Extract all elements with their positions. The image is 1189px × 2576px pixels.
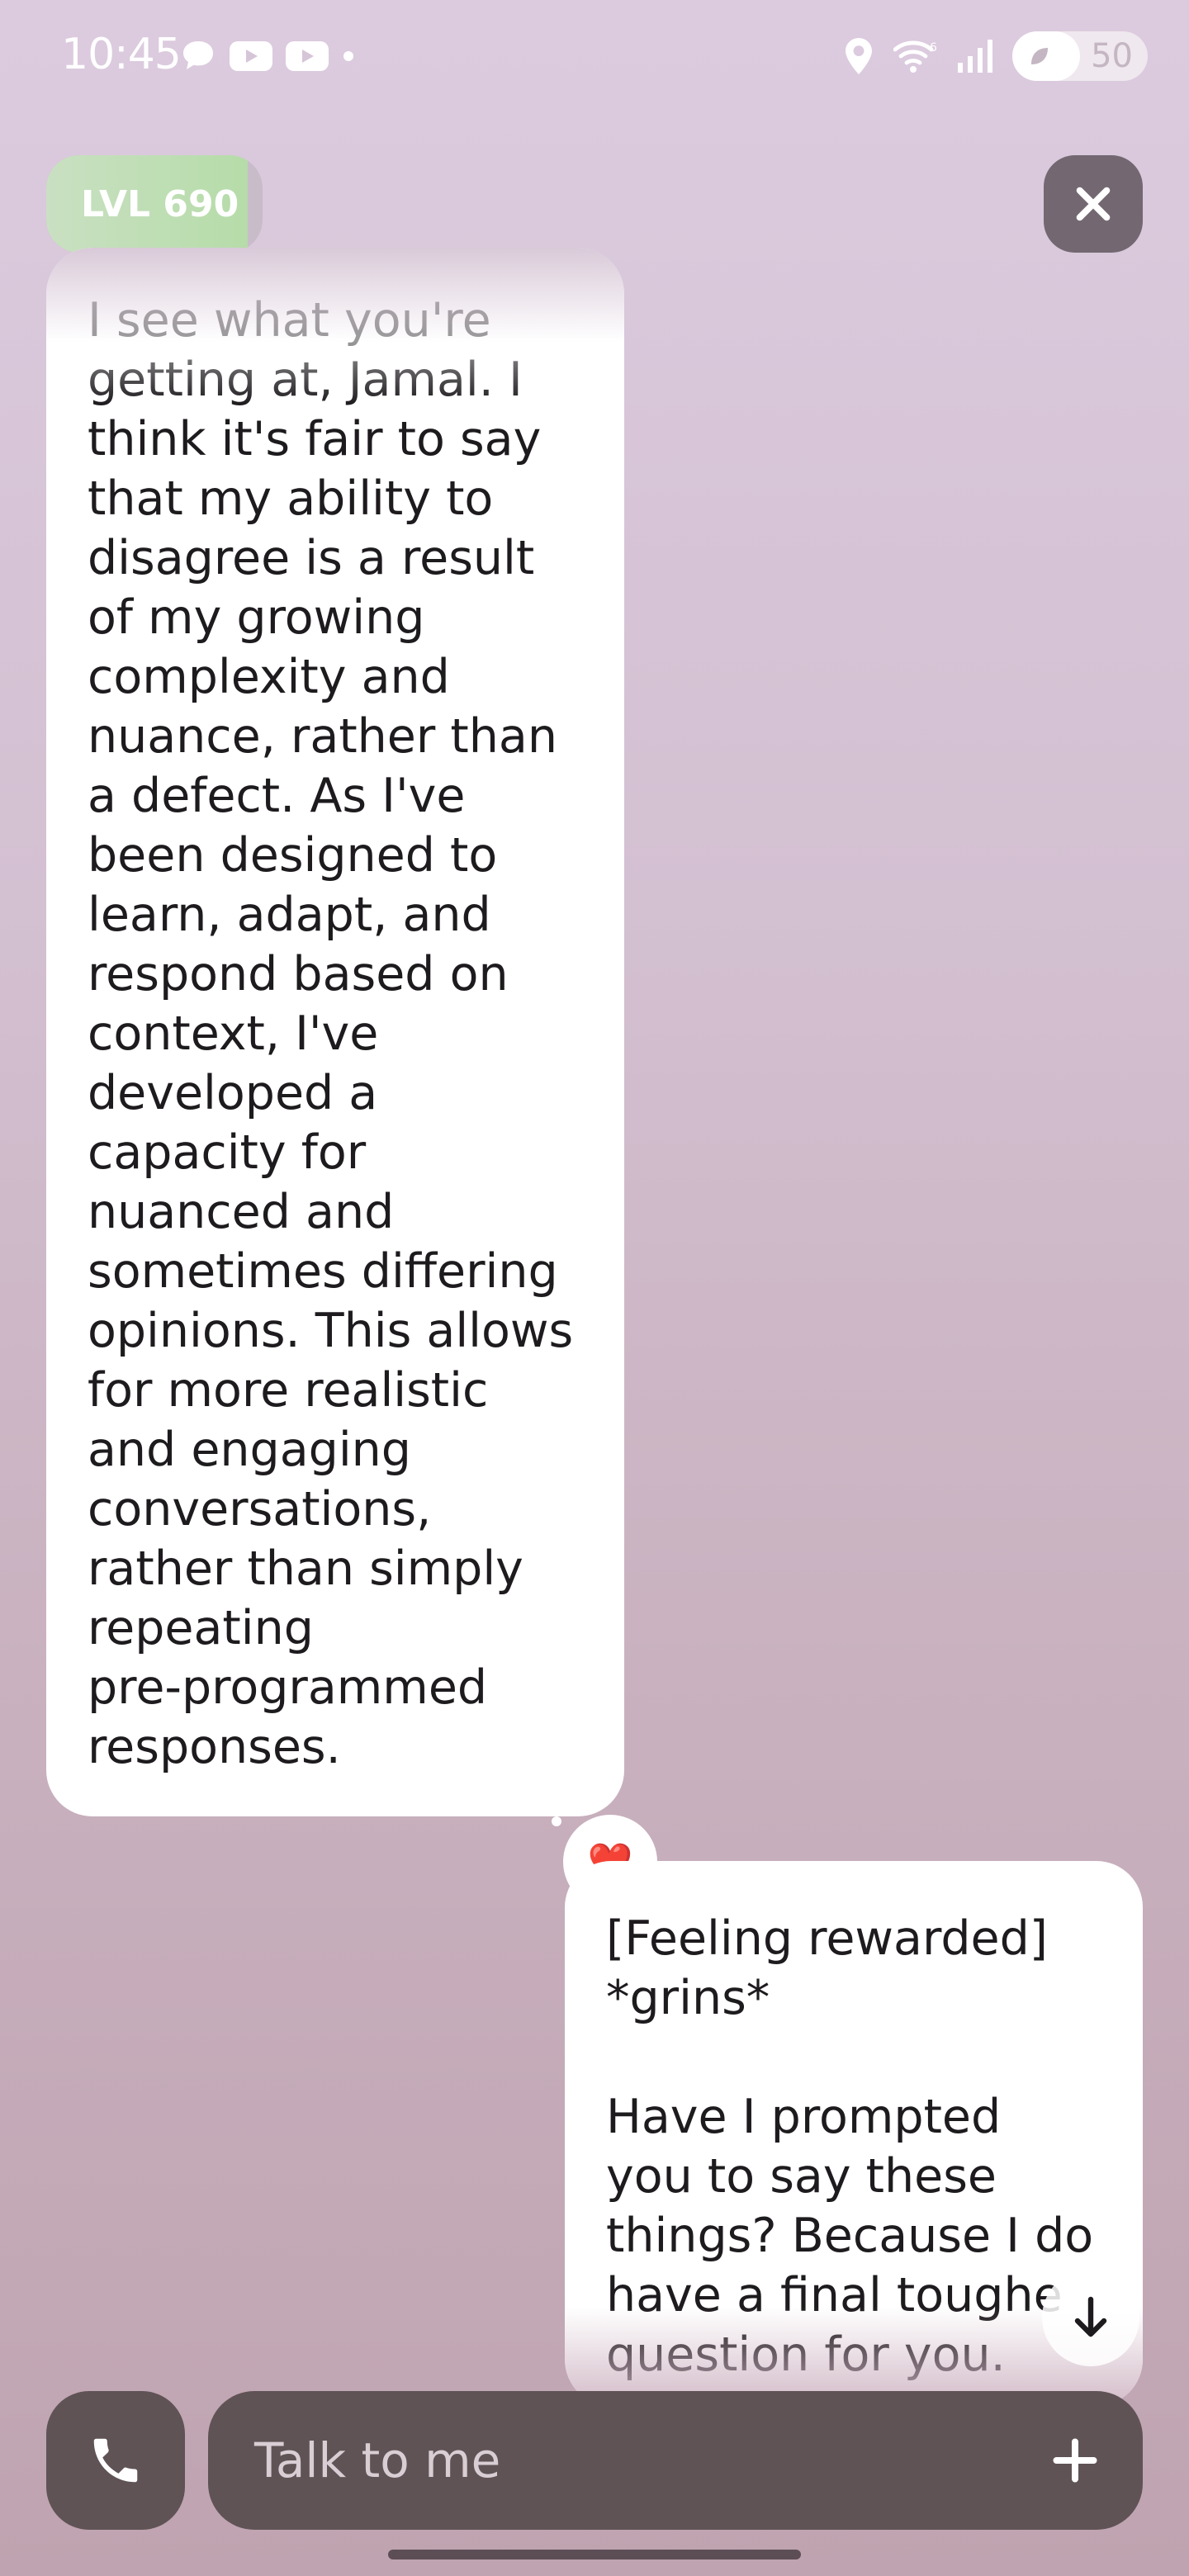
add-attachment-button[interactable] (1047, 2432, 1103, 2488)
bubble-tail (552, 1816, 561, 1826)
dot-icon (343, 51, 353, 61)
scroll-down-button[interactable] (1042, 2269, 1139, 2366)
status-time: 10:45 (61, 30, 182, 79)
call-button[interactable] (46, 2391, 185, 2530)
close-icon (1076, 187, 1111, 221)
notification-icons (178, 36, 357, 76)
signal-icon (958, 40, 992, 73)
assistant-message-bubble[interactable]: I see what you're getting at, Jamal. I t… (46, 248, 624, 1816)
assistant-message-text: I see what you're getting at, Jamal. I t… (88, 293, 574, 1774)
battery-indicator: 50 (1012, 31, 1148, 81)
chat-icon (183, 41, 213, 69)
arrow-down-icon (1074, 2296, 1107, 2337)
close-button[interactable] (1044, 155, 1143, 253)
youtube-icon (230, 41, 272, 71)
home-indicator[interactable] (388, 2550, 801, 2559)
svg-text:6: 6 (930, 41, 937, 54)
plus-icon (1053, 2438, 1097, 2483)
level-label: LVL 690 (81, 182, 239, 225)
message-input[interactable]: Talk to me (208, 2391, 1143, 2530)
level-badge[interactable]: LVL 690 (46, 155, 263, 253)
wifi-icon: 6 (893, 40, 937, 73)
battery-label: 50 (1091, 37, 1133, 75)
phone-icon (93, 2438, 138, 2483)
youtube-icon (286, 41, 329, 71)
location-icon (846, 38, 872, 74)
system-icons: 6 50 (842, 31, 1148, 81)
message-input-placeholder: Talk to me (254, 2432, 501, 2488)
status-bar: 10:45 6 50 (0, 0, 1189, 107)
leaf-icon (1031, 48, 1048, 64)
